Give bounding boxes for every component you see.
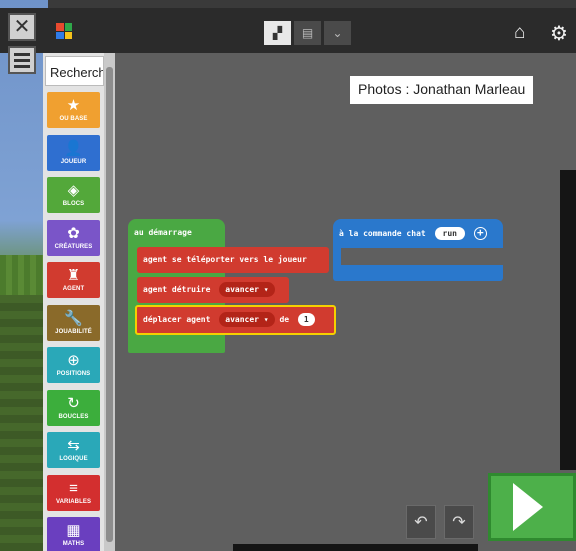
category-label: MATHS bbox=[62, 541, 85, 547]
code-view-icon[interactable]: ▤ bbox=[294, 21, 321, 45]
category-variables[interactable]: ≡ VARIABLES bbox=[47, 475, 100, 511]
category-positions[interactable]: ⊕ POSITIONS bbox=[47, 347, 100, 383]
loop-icon: ↻ bbox=[67, 395, 80, 412]
cube-icon: ◈ bbox=[67, 182, 80, 199]
hamburger-menu-icon[interactable] bbox=[8, 46, 36, 74]
agent-destroy-label: agent détruire bbox=[143, 285, 211, 294]
category-label: OU BASE bbox=[59, 116, 88, 122]
makecode-window: ✕ ▞ ▤ ⌄ ⌂ ⚙ Recherch ★ OU BASE 👤 JOUEUR ◈ BLO… bbox=[0, 0, 576, 551]
photo-credit: Photos : Jonathan Marleau bbox=[350, 76, 534, 104]
scrollbar-thumb[interactable] bbox=[106, 67, 113, 542]
move-direction-dropdown[interactable]: avancer ▾ bbox=[219, 312, 275, 327]
category-logique[interactable]: ⇆ LOGIQUE bbox=[47, 432, 100, 468]
category-label: BLOCS bbox=[62, 201, 85, 207]
chat-command-block[interactable]: à la commande chat run + bbox=[333, 219, 503, 281]
category-joueur[interactable]: 👤 JOUEUR bbox=[47, 135, 100, 171]
agent-teleport-label: agent se téléporter vers le joueur bbox=[143, 255, 307, 264]
category-agent[interactable]: ♜ AGENT bbox=[47, 262, 100, 298]
category-label: CRÉATURES bbox=[54, 244, 93, 250]
category-jouabilité[interactable]: 🔧 JOUABILITÉ bbox=[47, 305, 100, 341]
category-label: JOUEUR bbox=[60, 159, 87, 165]
crosshair-icon: ⊕ bbox=[67, 352, 80, 369]
category-boucles[interactable]: ↻ BOUCLES bbox=[47, 390, 100, 426]
category-label: BOUCLES bbox=[58, 414, 89, 420]
move-count-input[interactable]: 1 bbox=[297, 313, 315, 326]
calculator-icon: ▦ bbox=[66, 522, 81, 539]
agent-destroy-block[interactable]: agent détruire avancer ▾ bbox=[137, 277, 289, 303]
shuffle-icon: ⇆ bbox=[67, 437, 80, 454]
game-view-panel bbox=[560, 170, 576, 470]
agent-move-block[interactable]: déplacer agent avancer ▾ de 1 bbox=[135, 305, 336, 335]
logo-square-red bbox=[56, 23, 64, 31]
play-icon bbox=[513, 483, 543, 531]
undo-button[interactable]: ↶ bbox=[406, 505, 436, 539]
star-icon: ★ bbox=[66, 97, 81, 114]
add-parameter-plus-icon[interactable]: + bbox=[473, 227, 487, 240]
toolbox-scrollbar[interactable] bbox=[104, 53, 115, 551]
category-label: LOGIQUE bbox=[59, 456, 88, 462]
grass-layer bbox=[0, 255, 48, 295]
paw-icon: ✿ bbox=[67, 225, 80, 242]
search-input[interactable]: Recherch bbox=[45, 56, 104, 86]
run-button[interactable] bbox=[488, 473, 576, 541]
redo-button[interactable]: ↷ bbox=[444, 505, 474, 539]
move-de-label: de bbox=[279, 315, 290, 324]
home-icon[interactable]: ⌂ bbox=[514, 22, 525, 44]
category-label: POSITIONS bbox=[56, 371, 91, 377]
robot-icon: ♜ bbox=[66, 267, 81, 284]
makecode-logo-icon bbox=[56, 23, 72, 39]
blocks-view-icon[interactable]: ▞ bbox=[264, 21, 291, 45]
logo-square-yellow bbox=[64, 31, 72, 39]
category-ou-base[interactable]: ★ OU BASE bbox=[47, 92, 100, 128]
category-label: JOUABILITÉ bbox=[55, 329, 92, 335]
gear-icon[interactable]: ⚙ bbox=[550, 21, 568, 46]
chat-command-statement-slot bbox=[341, 248, 503, 265]
on-start-label: au démarrage bbox=[134, 228, 192, 237]
agent-move-label: déplacer agent bbox=[143, 315, 211, 324]
destroy-direction-dropdown[interactable]: avancer ▾ bbox=[219, 282, 275, 297]
category-label: AGENT bbox=[62, 286, 85, 292]
logo-square-blue bbox=[56, 31, 64, 39]
dirt-layer bbox=[0, 295, 48, 551]
category-blocs[interactable]: ◈ BLOCS bbox=[47, 177, 100, 213]
agent-teleport-block[interactable]: agent se téléporter vers le joueur bbox=[137, 247, 329, 273]
category-maths[interactable]: ▦ MATHS bbox=[47, 517, 100, 551]
close-icon[interactable]: ✕ bbox=[8, 13, 36, 41]
minecraft-world-background bbox=[0, 0, 48, 551]
player-icon: 👤 bbox=[64, 140, 83, 157]
bottom-bar bbox=[233, 544, 478, 551]
chat-command-label: à la commande chat bbox=[339, 229, 426, 238]
category-créatures[interactable]: ✿ CRÉATURES bbox=[47, 220, 100, 256]
view-dropdown-icon[interactable]: ⌄ bbox=[324, 21, 351, 45]
editor-view-toggle: ▞ ▤ ⌄ bbox=[264, 21, 351, 45]
logo-square-green bbox=[64, 23, 72, 31]
list-icon: ≡ bbox=[69, 480, 78, 497]
category-label: VARIABLES bbox=[55, 499, 92, 505]
wrench-icon: 🔧 bbox=[64, 310, 83, 327]
chat-command-input[interactable]: run bbox=[434, 227, 465, 240]
